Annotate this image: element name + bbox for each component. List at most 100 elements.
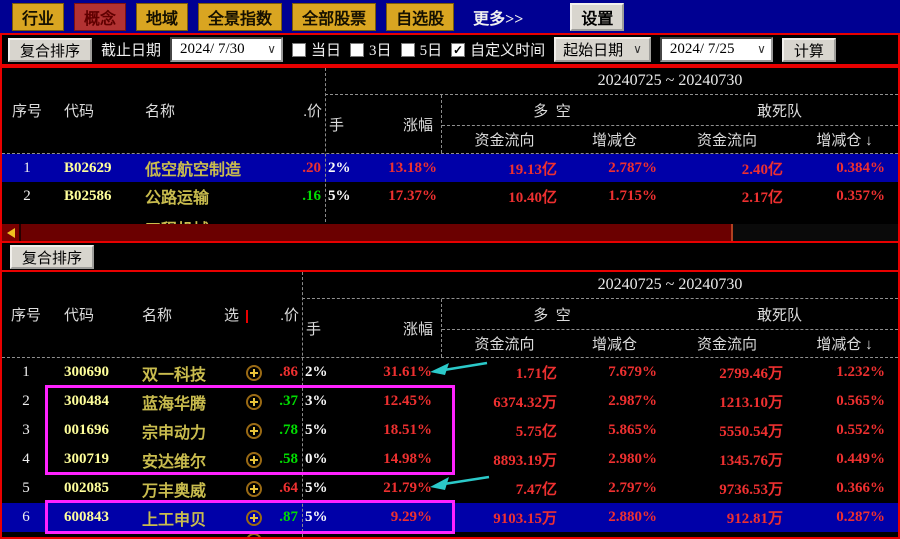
menu-settings-button[interactable]: 设置 <box>570 2 625 31</box>
code-cell: 300719 <box>64 451 109 467</box>
name-cell: 低空航空制造 <box>145 162 242 179</box>
filter-toolbar: 复合排序 截止日期 2024/ 7/30 ∨ 当日 3日 5日 ✓ 自定义时间 … <box>0 33 900 66</box>
start-date-dropdown[interactable]: 2024/ 7/25 ∨ <box>659 37 773 62</box>
sector-table-panel: 序号 代码 名称 .价 20240725 ~ 20240730 手 涨幅 多 空 <box>0 66 900 243</box>
name-cell: 宗申动力 <box>142 424 207 442</box>
add-to-watchlist-icon[interactable] <box>246 393 262 410</box>
menu-region-button[interactable]: 地域 <box>136 2 189 31</box>
turnover-cell: 5% <box>305 422 328 438</box>
table-row[interactable]: 1 B02629 低空航空制造 .20 2% 13.18% 19.13亿 2.7… <box>2 154 898 182</box>
col-long-flow[interactable]: 资金流向 <box>442 333 567 354</box>
composite-sort-button[interactable]: 复合排序 <box>8 37 93 62</box>
col-name[interactable]: 名称 <box>122 304 240 325</box>
add-to-watchlist-icon[interactable] <box>246 451 262 468</box>
add-to-watchlist-icon[interactable] <box>246 509 262 526</box>
gsd-pos-cell: 0.565% <box>836 393 885 409</box>
checkbox-3day-label: 3日 <box>369 43 392 59</box>
menu-concept-button[interactable]: 概念 <box>74 2 127 31</box>
long-flow-cell: 7.47亿 <box>515 482 557 498</box>
seq-cell: 5 <box>22 480 30 496</box>
calculate-button[interactable]: 计算 <box>781 37 836 62</box>
chevron-down-icon: ∨ <box>267 42 277 56</box>
col-name[interactable]: 名称 <box>130 100 287 121</box>
turnover-cell: 0% <box>305 451 328 467</box>
col-long-pos[interactable]: 增减仓 <box>567 129 662 150</box>
scrollbar-thumb[interactable] <box>21 224 733 241</box>
col-gsd-pos-sorted[interactable]: 增减仓 ↓ <box>792 333 897 354</box>
table-row[interactable]: 4 300719 安达维尔 .58 0% 14.98% 8893.19万 2.9… <box>2 445 898 474</box>
col-gsd-pos-sorted[interactable]: 增减仓 ↓ <box>792 129 897 150</box>
turnover-cell: 3% <box>305 393 328 409</box>
table-row[interactable]: 5 002085 万丰奥威 .64 5% 21.79% 7.47亿 2.797%… <box>2 474 898 503</box>
name-cell: 中航电子 <box>122 532 240 537</box>
add-to-watchlist-icon[interactable] <box>246 480 262 497</box>
name-cell: 蓝海华腾 <box>142 395 207 413</box>
add-cell <box>240 422 268 439</box>
col-seq[interactable]: 序号 <box>2 304 50 325</box>
turnover-cell: 2% <box>305 364 328 380</box>
table-row[interactable]: 2 B02586 公路运输 .16 5% 17.37% 10.40亿 1.715… <box>2 182 898 210</box>
long-flow-cell: 19.13亿 <box>508 161 557 178</box>
table-row-partial[interactable]: 中航电子 <box>2 532 898 537</box>
start-date-mode-dropdown[interactable]: 起始日期 ∨ <box>554 37 651 62</box>
long-pos-cell: 7.679% <box>608 364 657 380</box>
col-code[interactable]: 代码 <box>52 100 130 121</box>
table-row[interactable]: 6 600843 上工申贝 .87 5% 9.29% 9103.15万 2.88… <box>2 503 898 532</box>
col-code[interactable]: 代码 <box>50 304 122 325</box>
col-turnover[interactable]: 手 <box>329 114 344 135</box>
col-price[interactable]: .价 <box>287 100 325 121</box>
col-watchlist[interactable]: 选 <box>224 304 268 325</box>
col-long-pos[interactable]: 增减仓 <box>567 333 662 354</box>
menu-index-button[interactable]: 全景指数 <box>198 2 283 31</box>
menu-industry-button[interactable]: 行业 <box>12 2 65 31</box>
add-cell <box>240 393 268 410</box>
group-gsd: 敢死队 <box>756 307 802 324</box>
code-cell: 300484 <box>64 393 109 409</box>
checkbox-3day[interactable]: 3日 <box>350 39 392 60</box>
col-change[interactable]: 涨幅 <box>403 114 433 135</box>
checkbox-5day[interactable]: 5日 <box>400 39 442 60</box>
table-row-partial[interactable]: 工程机械 <box>2 210 898 224</box>
turnover-change-header: 手 涨幅 <box>325 95 442 153</box>
group-long-short: 多 空 <box>533 307 571 324</box>
col-gsd-flow[interactable]: 资金流向 <box>662 333 792 354</box>
add-cell <box>240 451 268 468</box>
scrollbar-track[interactable] <box>733 224 898 241</box>
checkbox-box[interactable] <box>350 42 365 57</box>
table-row[interactable]: 2 300484 蓝海华腾 .37 3% 12.45% 6374.32万 2.9… <box>2 387 898 416</box>
check-icon[interactable]: ✓ <box>451 42 466 57</box>
col-long-flow[interactable]: 资金流向 <box>442 129 567 150</box>
menu-watchlist-button[interactable]: 自选股 <box>386 2 455 31</box>
change-cell: 13.18% <box>388 159 437 176</box>
checkbox-box[interactable] <box>400 42 415 57</box>
scroll-left-button[interactable] <box>2 224 21 241</box>
checkbox-today[interactable]: 当日 <box>292 39 341 60</box>
add-to-watchlist-icon[interactable] <box>246 422 262 439</box>
frozen-pane-divider <box>325 68 326 222</box>
gsd-flow-cell: 912.81万 <box>726 511 783 527</box>
gsd-pos-cell: 0.384% <box>836 159 885 176</box>
menu-all-stocks-button[interactable]: 全部股票 <box>292 2 377 31</box>
long-flow-cell: 1.71亿 <box>515 366 557 382</box>
table-row[interactable]: 1 300690 双一科技 .86 2% 31.61% 1.71亿 7.679%… <box>2 358 898 387</box>
end-date-dropdown[interactable]: 2024/ 7/30 ∨ <box>170 37 284 62</box>
add-to-watchlist-icon[interactable] <box>246 533 262 537</box>
checkbox-custom-time[interactable]: ✓ 自定义时间 <box>451 39 545 60</box>
gsd-pos-cell: 1.232% <box>836 364 885 380</box>
table-row[interactable]: 3 001696 宗申动力 .78 5% 18.51% 5.75亿 5.865%… <box>2 416 898 445</box>
col-turnover[interactable]: 手 <box>306 318 321 339</box>
composite-sort-button-2[interactable]: 复合排序 <box>10 244 95 269</box>
turnover-cell: 5% <box>328 187 351 204</box>
stock-table-header: 序号 代码 名称 选 .价 20240725 ~ 20240730 手 涨幅 多… <box>2 272 898 358</box>
turnover-cell: 5% <box>305 480 328 496</box>
col-price[interactable]: .价 <box>268 304 302 325</box>
col-gsd-flow[interactable]: 资金流向 <box>662 129 792 150</box>
menu-more-button[interactable]: 更多>> <box>464 3 532 31</box>
price-cell: .37 <box>279 393 298 409</box>
col-seq[interactable]: 序号 <box>2 100 52 121</box>
add-to-watchlist-icon[interactable] <box>246 364 262 381</box>
horizontal-scrollbar[interactable] <box>2 224 898 241</box>
col-change[interactable]: 涨幅 <box>403 318 433 339</box>
checkbox-box[interactable] <box>292 42 307 57</box>
stock-table-panel: 序号 代码 名称 选 .价 20240725 ~ 20240730 手 涨幅 多… <box>0 270 900 539</box>
